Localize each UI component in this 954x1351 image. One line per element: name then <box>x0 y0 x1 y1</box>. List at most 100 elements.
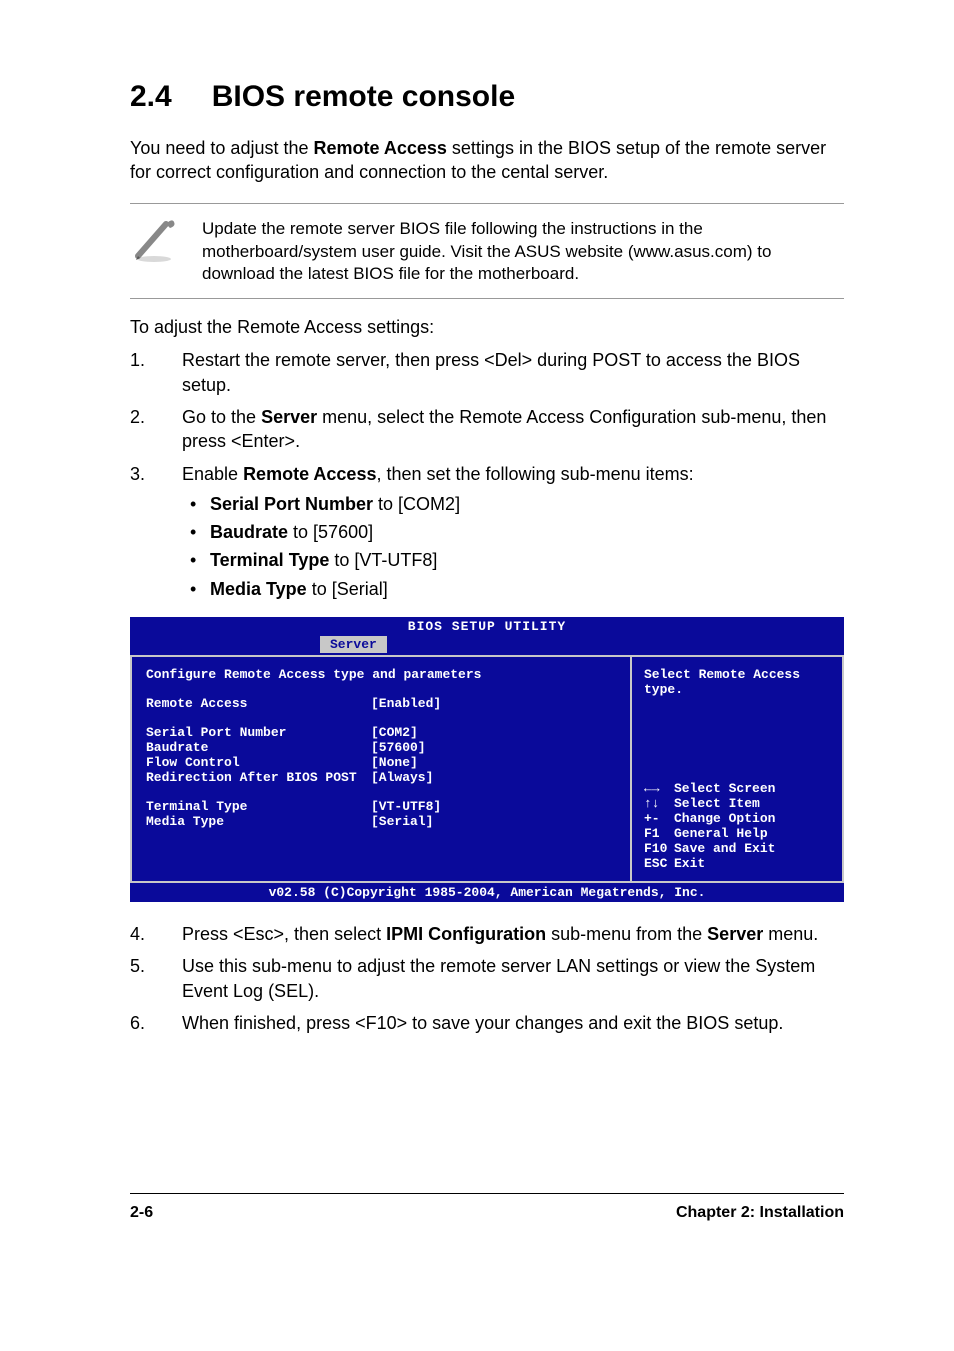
step-item: 2. Go to the Server menu, select the Rem… <box>130 405 844 454</box>
t: Flow Control <box>146 755 371 770</box>
step-number: 4. <box>130 922 182 946</box>
bios-tab-row: Server <box>130 636 844 655</box>
t: Select Screen <box>674 781 775 796</box>
bios-key-row: F10Save and Exit <box>644 841 830 856</box>
t: [Enabled] <box>371 696 441 711</box>
t: [57600] <box>371 740 426 755</box>
note-callout: Update the remote server BIOS file follo… <box>130 203 844 300</box>
step-body: Enable Remote Access, then set the follo… <box>182 462 844 605</box>
bios-row: Flow Control[None] <box>146 755 616 770</box>
step-body: Press <Esc>, then select IPMI Configurat… <box>182 922 844 946</box>
step-number: 3. <box>130 462 182 605</box>
note-text: Update the remote server BIOS file follo… <box>202 216 844 287</box>
t: Media Type <box>146 814 371 829</box>
t: [Serial] <box>371 814 433 829</box>
bios-row: Remote Access[Enabled] <box>146 696 616 711</box>
bios-left-pane: Configure Remote Access type and paramet… <box>132 657 632 881</box>
t: Media Type <box>210 579 307 599</box>
step-body: When finished, press <F10> to save your … <box>182 1011 844 1035</box>
bios-row: Media Type[Serial] <box>146 814 616 829</box>
t: to [COM2] <box>373 494 460 514</box>
bios-group: Serial Port Number[COM2] Baudrate[57600]… <box>146 725 616 785</box>
steps-list-2: 4. Press <Esc>, then select IPMI Configu… <box>130 922 844 1035</box>
bios-key-row: F1General Help <box>644 826 830 841</box>
t: ESC <box>644 856 674 871</box>
bios-screenshot: BIOS SETUP UTILITY Server Configure Remo… <box>130 617 844 902</box>
t: Enable <box>182 464 243 484</box>
bios-row: Serial Port Number[COM2] <box>146 725 616 740</box>
t: F1 <box>644 826 674 841</box>
bios-help: Select Remote Access type. <box>644 667 830 697</box>
t: Press <Esc>, then select <box>182 924 386 944</box>
step-item: 6. When finished, press <F10> to save yo… <box>130 1011 844 1035</box>
t: [COM2] <box>371 725 418 740</box>
step-item: 5. Use this sub-menu to adjust the remot… <box>130 954 844 1003</box>
bios-title: BIOS SETUP UTILITY <box>130 617 844 636</box>
t: [Always] <box>371 770 433 785</box>
page-number: 2-6 <box>130 1204 153 1222</box>
t: , then set the following sub-menu items: <box>376 464 693 484</box>
step-body: Use this sub-menu to adjust the remote s… <box>182 954 844 1003</box>
step-item: 3. Enable Remote Access, then set the fo… <box>130 462 844 605</box>
t: IPMI Configuration <box>386 924 546 944</box>
t: [None] <box>371 755 418 770</box>
t: Baudrate <box>210 522 288 542</box>
bios-tab-server: Server <box>320 636 387 653</box>
section-number: 2.4 <box>130 80 172 114</box>
bios-group: Terminal Type[VT-UTF8] Media Type[Serial… <box>146 799 616 829</box>
bios-row: Baudrate[57600] <box>146 740 616 755</box>
step-number: 1. <box>130 348 182 397</box>
step-body: Go to the Server menu, select the Remote… <box>182 405 844 454</box>
chapter-label: Chapter 2: Installation <box>676 1204 844 1222</box>
t: Serial Port Number <box>146 725 371 740</box>
t: ↑↓ <box>644 796 674 811</box>
t: Serial Port Number <box>210 494 373 514</box>
bios-right-pane: Select Remote Access type. ←→Select Scre… <box>632 657 842 881</box>
intro-paragraph: You need to adjust the Remote Access set… <box>130 136 844 185</box>
bios-key-row: ←→Select Screen <box>644 781 830 796</box>
t: Server <box>707 924 763 944</box>
step-item: 4. Press <Esc>, then select IPMI Configu… <box>130 922 844 946</box>
t: sub-menu from the <box>546 924 707 944</box>
bios-footer: v02.58 (C)Copyright 1985-2004, American … <box>130 883 844 902</box>
t: F10 <box>644 841 674 856</box>
t: Baudrate <box>146 740 371 755</box>
bios-row: Redirection After BIOS POST[Always] <box>146 770 616 785</box>
t: Select Item <box>674 796 760 811</box>
step-number: 2. <box>130 405 182 454</box>
page-footer: 2-6 Chapter 2: Installation <box>130 1193 844 1222</box>
step-body: Restart the remote server, then press <D… <box>182 348 844 397</box>
t: Remote Access <box>146 696 371 711</box>
t: Save and Exit <box>674 841 775 856</box>
t: Remote Access <box>243 464 376 484</box>
bios-row: Terminal Type[VT-UTF8] <box>146 799 616 814</box>
lead-text: To adjust the Remote Access settings: <box>130 317 844 338</box>
step-number: 6. <box>130 1011 182 1035</box>
bios-key-row: ↑↓Select Item <box>644 796 830 811</box>
t: General Help <box>674 826 768 841</box>
bios-heading: Configure Remote Access type and paramet… <box>146 667 616 682</box>
bullet-item: Terminal Type to [VT-UTF8] <box>182 548 844 572</box>
t: to [Serial] <box>307 579 388 599</box>
section-title-text: BIOS remote console <box>212 80 515 113</box>
t: Terminal Type <box>146 799 371 814</box>
t: Exit <box>674 856 705 871</box>
t: to [57600] <box>288 522 373 542</box>
bullet-item: Baudrate to [57600] <box>182 520 844 544</box>
step-item: 1. Restart the remote server, then press… <box>130 348 844 397</box>
intro-a: You need to adjust the <box>130 138 314 158</box>
bios-body: Configure Remote Access type and paramet… <box>130 655 844 883</box>
t: [VT-UTF8] <box>371 799 441 814</box>
note-icon <box>130 216 178 264</box>
step-number: 5. <box>130 954 182 1003</box>
t: Redirection After BIOS POST <box>146 770 371 785</box>
bios-key-row: ESCExit <box>644 856 830 871</box>
bullet-item: Media Type to [Serial] <box>182 577 844 601</box>
bullet-list: Serial Port Number to [COM2] Baudrate to… <box>182 492 844 601</box>
t: +- <box>644 811 674 826</box>
steps-list-1: 1. Restart the remote server, then press… <box>130 348 844 605</box>
t: Server <box>261 407 317 427</box>
bios-key-legend: ←→Select Screen ↑↓Select Item +-Change O… <box>644 781 830 871</box>
bios-group: Remote Access[Enabled] <box>146 696 616 711</box>
t: ←→ <box>644 781 674 796</box>
